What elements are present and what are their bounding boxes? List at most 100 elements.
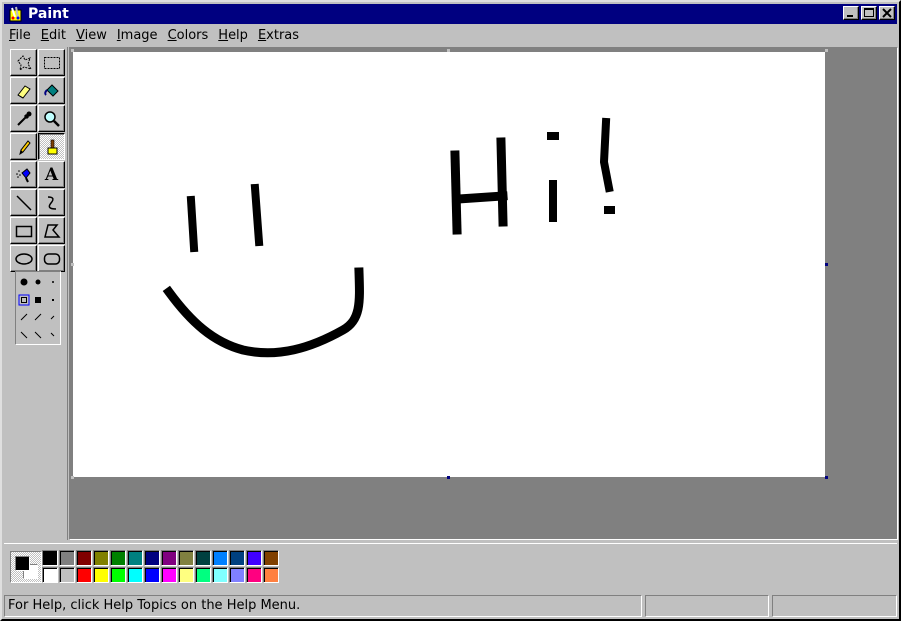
free-form-select-icon bbox=[16, 54, 32, 71]
color-swatch[interactable] bbox=[212, 550, 228, 566]
tool-curve[interactable] bbox=[38, 189, 65, 216]
handle-top-middle bbox=[447, 49, 450, 52]
color-swatch[interactable] bbox=[178, 567, 194, 583]
menu-image[interactable]: Image bbox=[112, 28, 163, 43]
status-coordinates bbox=[645, 595, 769, 617]
brush-shape-options[interactable] bbox=[15, 271, 61, 345]
drawing-canvas[interactable] bbox=[73, 52, 825, 477]
color-swatch[interactable] bbox=[110, 567, 126, 583]
minimize-icon bbox=[847, 15, 853, 17]
color-swatch[interactable] bbox=[195, 567, 211, 583]
close-button[interactable] bbox=[879, 6, 895, 20]
color-swatch[interactable] bbox=[93, 550, 109, 566]
color-swatch[interactable] bbox=[127, 567, 143, 583]
minimize-button[interactable] bbox=[843, 6, 859, 20]
tool-brush[interactable] bbox=[38, 133, 65, 160]
color-swatch[interactable] bbox=[212, 567, 228, 583]
polygon-icon bbox=[43, 223, 61, 238]
handle-top-right bbox=[825, 49, 828, 52]
pencil-icon bbox=[18, 139, 31, 155]
foreground-color bbox=[15, 556, 30, 571]
color-swatch[interactable] bbox=[42, 550, 58, 566]
rectangle-icon bbox=[15, 225, 32, 237]
color-swatch[interactable] bbox=[93, 567, 109, 583]
tool-rectangle[interactable] bbox=[10, 217, 37, 244]
color-swatch[interactable] bbox=[161, 567, 177, 583]
resize-handle-bottom[interactable] bbox=[447, 476, 450, 479]
color-swatch[interactable] bbox=[246, 550, 262, 566]
tool-pick-color[interactable] bbox=[10, 105, 37, 132]
menu-extras[interactable]: Extras bbox=[253, 28, 304, 43]
color-picker-icon bbox=[16, 111, 31, 126]
menu-help[interactable]: Help bbox=[213, 28, 253, 43]
window-title: Paint bbox=[28, 6, 69, 22]
color-swatch[interactable] bbox=[110, 550, 126, 566]
canvas-workspace bbox=[69, 47, 898, 540]
menu-view[interactable]: View bbox=[71, 28, 112, 43]
color-box bbox=[4, 543, 897, 591]
color-swatch[interactable] bbox=[161, 550, 177, 566]
eraser-icon bbox=[16, 84, 31, 99]
maximize-button[interactable] bbox=[861, 6, 877, 20]
tool-ellipse[interactable] bbox=[10, 245, 37, 272]
color-swatch[interactable] bbox=[195, 550, 211, 566]
tool-free-form-select[interactable] bbox=[10, 49, 37, 76]
tool-pencil[interactable] bbox=[10, 133, 37, 160]
tool-rectangle-select[interactable] bbox=[38, 49, 65, 76]
color-swatch[interactable] bbox=[59, 550, 75, 566]
ellipse-icon bbox=[14, 252, 33, 265]
menu-edit[interactable]: Edit bbox=[36, 28, 71, 43]
color-swatch[interactable] bbox=[42, 567, 58, 583]
color-swatch[interactable] bbox=[229, 550, 245, 566]
brush-shapes-icon bbox=[18, 278, 55, 339]
menu-file[interactable]: File bbox=[4, 28, 36, 43]
rectangle-select-icon bbox=[43, 56, 60, 69]
tool-line[interactable] bbox=[10, 189, 37, 216]
status-help-text: For Help, click Help Topics on the Help … bbox=[4, 595, 642, 617]
tool-eraser[interactable] bbox=[10, 77, 37, 104]
tools-grid: A bbox=[10, 49, 65, 272]
tool-airbrush[interactable] bbox=[10, 161, 37, 188]
color-swatch[interactable] bbox=[144, 567, 160, 583]
color-swatch[interactable] bbox=[263, 550, 279, 566]
paint-palette-icon[interactable] bbox=[7, 5, 25, 23]
menu-bar: File Edit View Image Colors Help Extras bbox=[4, 25, 897, 45]
handle-left-middle bbox=[71, 263, 74, 266]
airbrush-icon bbox=[15, 167, 31, 182]
resize-handle-right[interactable] bbox=[825, 263, 828, 266]
line-icon bbox=[15, 194, 32, 211]
rounded-rectangle-icon bbox=[43, 252, 60, 265]
resize-handle-corner[interactable] bbox=[825, 476, 828, 479]
current-colors bbox=[10, 551, 42, 583]
tool-fill[interactable] bbox=[38, 77, 65, 104]
magnifier-icon bbox=[43, 110, 60, 127]
paint-window: Paint File Edit View Image Colors Help E… bbox=[0, 0, 901, 621]
color-swatch[interactable] bbox=[246, 567, 262, 583]
status-bar: For Help, click Help Topics on the Help … bbox=[4, 595, 897, 617]
menu-colors[interactable]: Colors bbox=[163, 28, 214, 43]
handle-bottom-left bbox=[71, 476, 74, 479]
close-icon bbox=[882, 8, 892, 18]
color-swatch[interactable] bbox=[59, 567, 75, 583]
tool-text[interactable]: A bbox=[38, 161, 65, 188]
color-swatch[interactable] bbox=[127, 550, 143, 566]
brush-icon bbox=[47, 139, 57, 154]
fill-bucket-icon bbox=[43, 83, 59, 97]
tool-polygon[interactable] bbox=[38, 217, 65, 244]
color-palette bbox=[42, 550, 279, 583]
color-swatch[interactable] bbox=[76, 567, 92, 583]
tool-rounded-rectangle[interactable] bbox=[38, 245, 65, 272]
curve-icon bbox=[47, 195, 56, 210]
color-swatch[interactable] bbox=[263, 567, 279, 583]
maximize-icon bbox=[864, 8, 874, 17]
color-swatch[interactable] bbox=[76, 550, 92, 566]
text-icon: A bbox=[44, 164, 59, 185]
color-swatch[interactable] bbox=[229, 567, 245, 583]
handle-top-left bbox=[71, 49, 74, 52]
status-size bbox=[772, 595, 897, 617]
title-bar[interactable]: Paint bbox=[4, 4, 897, 24]
drawing-strokes bbox=[162, 117, 615, 358]
color-swatch[interactable] bbox=[178, 550, 194, 566]
tool-magnifier[interactable] bbox=[38, 105, 65, 132]
color-swatch[interactable] bbox=[144, 550, 160, 566]
